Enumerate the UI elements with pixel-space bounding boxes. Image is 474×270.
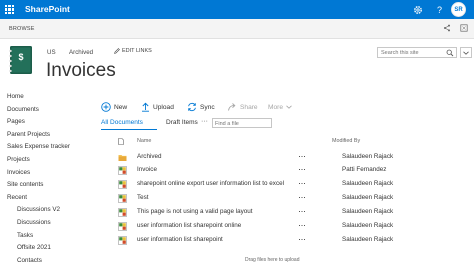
suite-bar: SharePoint ? SR <box>0 0 474 19</box>
search-scope-dropdown[interactable] <box>460 47 472 58</box>
breadcrumb-archived[interactable]: Archived <box>69 49 93 56</box>
share-icon <box>228 103 236 111</box>
quick-launch: Home Documents Pages Parent Projects Sal… <box>7 91 89 267</box>
brand-label[interactable]: SharePoint <box>25 4 70 14</box>
new-label: New <box>114 103 128 111</box>
nav-item-pages[interactable]: Pages <box>7 116 89 129</box>
file-name[interactable]: user information list sharepoint online <box>137 222 241 229</box>
modified-by[interactable]: Salaudeen Rajack <box>342 153 393 160</box>
nav-item-sales-expense-tracker[interactable]: Sales Expense tracker <box>7 141 89 154</box>
list-item[interactable]: user information list sharepoint online … <box>112 219 468 233</box>
settings-icon[interactable] <box>411 3 424 16</box>
ellipsis-icon[interactable]: ··· <box>298 151 306 161</box>
nav-item-tasks[interactable]: Tasks <box>7 230 89 243</box>
add-icon <box>101 102 111 112</box>
find-file-input[interactable] <box>215 120 269 127</box>
search-input[interactable] <box>381 49 443 57</box>
nav-item-parent-projects[interactable]: Parent Projects <box>7 129 89 142</box>
chevron-down-icon <box>286 105 292 109</box>
focus-icon[interactable] <box>459 23 469 33</box>
list-item[interactable]: Test ··· Salaudeen Rajack <box>112 191 468 205</box>
list-item[interactable]: This page is not using a valid page layo… <box>112 205 468 219</box>
ellipsis-icon[interactable]: ··· <box>298 178 306 188</box>
share-label: Share <box>240 103 258 111</box>
upload-icon <box>142 102 149 112</box>
more-button[interactable]: More <box>268 101 292 113</box>
file-name[interactable]: user information list sharepoint <box>137 236 223 243</box>
sync-button[interactable]: Sync <box>187 101 215 113</box>
share-icon[interactable] <box>442 23 452 33</box>
search-icon[interactable] <box>446 49 456 57</box>
modified-by[interactable]: Salaudeen Rajack <box>342 208 393 215</box>
chevron-down-icon <box>463 51 469 55</box>
file-name[interactable]: Archived <box>137 153 162 160</box>
file-type-header-icon[interactable] <box>118 138 124 147</box>
nav-item-contacts[interactable]: Contacts <box>7 255 89 268</box>
file-name[interactable]: sharepoint online export user informatio… <box>137 180 284 187</box>
sync-icon <box>188 102 196 112</box>
link-file-icon <box>118 208 127 217</box>
edit-links-button[interactable]: EDIT LINKS <box>114 48 152 54</box>
nav-item-projects[interactable]: Projects <box>7 154 89 167</box>
list-item[interactable]: Invoice ··· Patti Fernandez <box>112 163 468 177</box>
upload-label: Upload <box>153 103 174 111</box>
waffle-icon[interactable] <box>0 0 19 19</box>
site-search <box>377 47 457 58</box>
link-file-icon <box>118 194 127 203</box>
list-item[interactable]: Archived ··· Salaudeen Rajack <box>112 150 468 164</box>
breadcrumb-us[interactable]: US <box>47 49 56 56</box>
ribbon-tab-browse[interactable]: BROWSE <box>9 26 35 32</box>
pencil-icon <box>114 48 120 54</box>
svg-text:$: $ <box>18 52 23 62</box>
ellipsis-icon[interactable]: ··· <box>298 234 306 244</box>
modified-by[interactable]: Salaudeen Rajack <box>342 236 393 243</box>
column-header-modified-by[interactable]: Modified By <box>332 138 360 147</box>
list-item[interactable]: sharepoint online export user informatio… <box>112 177 468 191</box>
ellipsis-icon[interactable]: ··· <box>298 192 306 202</box>
more-label: More <box>268 103 284 111</box>
link-file-icon <box>118 166 127 175</box>
file-name[interactable]: Test <box>137 194 149 201</box>
help-icon[interactable]: ? <box>433 3 446 16</box>
page-title: Invoices <box>46 60 116 81</box>
folder-icon <box>118 153 127 162</box>
nav-item-discussions-v2[interactable]: Discussions V2 <box>7 204 89 217</box>
link-file-icon <box>118 180 127 189</box>
column-header-name[interactable]: Name <box>137 138 151 147</box>
share-button[interactable]: Share <box>227 101 258 113</box>
edit-links-label: EDIT LINKS <box>122 48 152 54</box>
nav-item-offsite-2021[interactable]: Offsite 2021 <box>7 242 89 255</box>
link-file-icon <box>118 236 127 245</box>
ribbon: BROWSE <box>0 19 474 39</box>
nav-item-home[interactable]: Home <box>7 91 89 104</box>
drag-drop-hint: Drag files here to upload <box>245 257 300 263</box>
nav-item-invoices[interactable]: Invoices <box>7 167 89 180</box>
ellipsis-icon[interactable]: ··· <box>298 220 306 230</box>
nav-item-site-contents[interactable]: Site contents <box>7 179 89 192</box>
active-view-indicator <box>101 129 157 130</box>
modified-by[interactable]: Salaudeen Rajack <box>342 194 393 201</box>
ellipsis-icon[interactable]: ··· <box>298 206 306 216</box>
nav-item-documents[interactable]: Documents <box>7 104 89 117</box>
view-all-documents[interactable]: All Documents <box>101 119 143 126</box>
file-name[interactable]: Invoice <box>137 166 157 173</box>
new-button[interactable]: New <box>101 101 127 113</box>
views-more-icon[interactable]: ··· <box>201 118 208 125</box>
ellipsis-icon[interactable]: ··· <box>298 164 306 174</box>
upload-button[interactable]: Upload <box>141 101 174 113</box>
view-draft-items[interactable]: Draft Items <box>166 119 198 126</box>
nav-item-discussions[interactable]: Discussions <box>7 217 89 230</box>
modified-by[interactable]: Salaudeen Rajack <box>342 180 393 187</box>
find-file-box <box>212 118 272 128</box>
list-item[interactable]: user information list sharepoint ··· Sal… <box>112 233 468 247</box>
site-logo-icon[interactable]: $ <box>8 45 34 75</box>
modified-by[interactable]: Patti Fernandez <box>342 166 386 173</box>
link-file-icon <box>118 222 127 231</box>
modified-by[interactable]: Salaudeen Rajack <box>342 222 393 229</box>
avatar[interactable]: SR <box>451 2 466 17</box>
file-name[interactable]: This page is not using a valid page layo… <box>137 208 253 215</box>
sync-label: Sync <box>200 103 215 111</box>
nav-item-recent[interactable]: Recent <box>7 192 89 205</box>
